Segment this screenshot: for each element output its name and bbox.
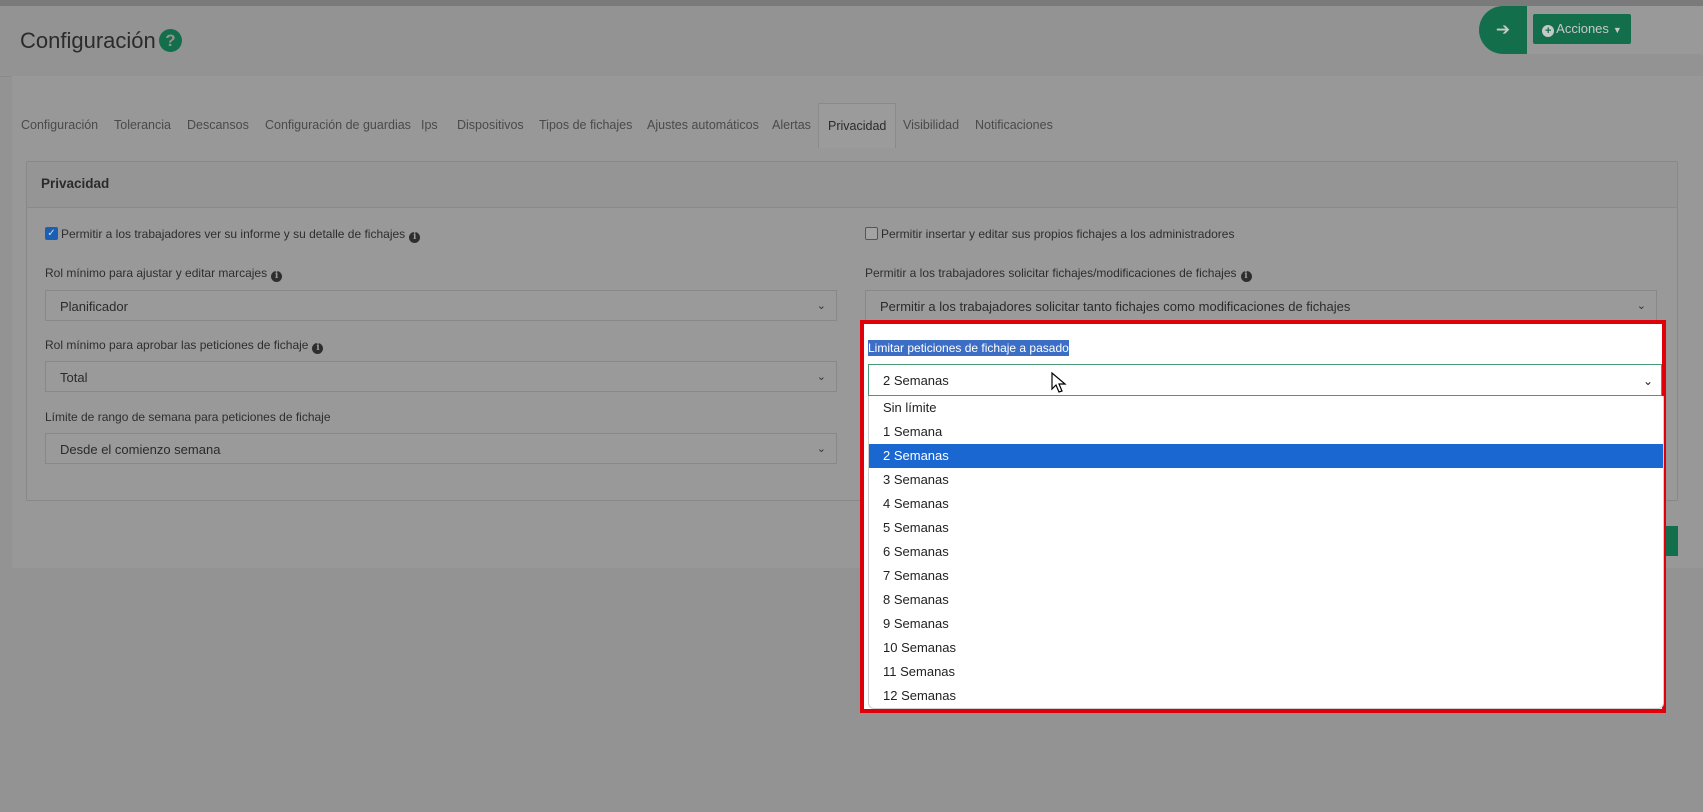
tab-ips[interactable]: Ips — [421, 103, 438, 147]
min-role-approve-value: Total — [60, 370, 88, 385]
acciones-label: Acciones — [1556, 21, 1609, 36]
option-2-semanas[interactable]: 2 Semanas — [869, 444, 1663, 468]
request-select[interactable]: Permitir a los trabajadores solicitar ta… — [865, 290, 1657, 321]
tab-tipos-fichajes[interactable]: Tipos de fichajes — [539, 103, 632, 147]
view-report-text: Permitir a los trabajadores ver su infor… — [61, 227, 406, 241]
option-12-semanas[interactable]: 12 Semanas — [869, 684, 1663, 708]
option-5-semanas[interactable]: 5 Semanas — [869, 516, 1663, 540]
min-role-edit-select[interactable]: Planificador ⌄ — [45, 290, 837, 321]
mouse-cursor-icon — [1051, 372, 1067, 393]
highlight-frame: Limitar peticiones de fichaje a pasado 2… — [860, 320, 1666, 713]
request-value: Permitir a los trabajadores solicitar ta… — [880, 299, 1351, 314]
view-report-label: Permitir a los trabajadores ver su infor… — [61, 227, 421, 243]
acciones-button[interactable]: + Acciones ▼ — [1533, 14, 1631, 44]
actions-toolbar: ➔ + Acciones ▼ — [1479, 6, 1703, 54]
tab-configuracion[interactable]: Configuración — [21, 103, 98, 147]
tab-descansos[interactable]: Descansos — [187, 103, 249, 147]
min-role-approve-text: Rol mínimo para aprobar las peticiones d… — [45, 338, 309, 352]
limit-value: 2 Semanas — [883, 373, 949, 388]
min-role-approve-label: Rol mínimo para aprobar las peticiones d… — [45, 338, 324, 354]
option-11-semanas[interactable]: 11 Semanas — [869, 660, 1663, 684]
question-circle-icon[interactable]: ? — [159, 29, 182, 52]
admin-edit-checkbox[interactable] — [865, 227, 878, 240]
limit-dropdown-list: Sin límite 1 Semana 2 Semanas 3 Semanas … — [868, 396, 1664, 709]
chevron-down-icon: ⌄ — [1642, 374, 1653, 388]
tab-visibilidad[interactable]: Visibilidad — [903, 103, 959, 147]
option-6-semanas[interactable]: 6 Semanas — [869, 540, 1663, 564]
request-label: Permitir a los trabajadores solicitar fi… — [865, 266, 1252, 282]
caret-down-icon: ▼ — [1612, 25, 1622, 35]
option-8-semanas[interactable]: 8 Semanas — [869, 588, 1663, 612]
info-icon[interactable]: i — [409, 232, 421, 243]
option-7-semanas[interactable]: 7 Semanas — [869, 564, 1663, 588]
save-button-edge[interactable] — [1666, 526, 1678, 556]
arrow-right-icon[interactable]: ➔ — [1479, 6, 1527, 54]
info-icon[interactable]: i — [1240, 271, 1252, 282]
limit-label: Limitar peticiones de fichaje a pasado — [868, 340, 1069, 356]
min-role-edit-text: Rol mínimo para ajustar y editar marcaje… — [45, 266, 268, 280]
tab-privacidad[interactable]: Privacidad — [818, 103, 897, 148]
view-report-checkbox[interactable]: ✓ — [45, 227, 58, 240]
min-role-edit-label: Rol mínimo para ajustar y editar marcaje… — [45, 266, 283, 282]
tab-configuracion-guardias[interactable]: Configuración de guardias — [265, 103, 411, 147]
tab-tolerancia[interactable]: Tolerancia — [114, 103, 171, 147]
chevron-down-icon: ⌄ — [816, 300, 826, 312]
card-title: Privacidad — [41, 176, 110, 191]
option-4-semanas[interactable]: 4 Semanas — [869, 492, 1663, 516]
limit-select[interactable]: 2 Semanas ⌄ — [868, 364, 1662, 396]
page-header: Configuración ? — [0, 6, 1703, 77]
option-10-semanas[interactable]: 10 Semanas — [869, 636, 1663, 660]
chevron-down-icon: ⌄ — [816, 443, 826, 455]
chevron-down-icon: ⌄ — [1636, 300, 1646, 312]
chevron-down-icon: ⌄ — [816, 371, 826, 383]
week-range-value: Desde el comienzo semana — [60, 442, 221, 457]
option-1-semana[interactable]: 1 Semana — [869, 420, 1663, 444]
tab-ajustes-automaticos[interactable]: Ajustes automáticos — [647, 103, 759, 147]
week-range-label: Límite de rango de semana para peticione… — [45, 410, 331, 424]
week-range-select[interactable]: Desde el comienzo semana ⌄ — [45, 433, 837, 464]
min-role-approve-select[interactable]: Total ⌄ — [45, 361, 837, 392]
min-role-edit-value: Planificador — [60, 299, 128, 314]
option-3-semanas[interactable]: 3 Semanas — [869, 468, 1663, 492]
admin-edit-label: Permitir insertar y editar sus propios f… — [881, 227, 1235, 241]
tab-alertas[interactable]: Alertas — [772, 103, 811, 147]
request-text: Permitir a los trabajadores solicitar fi… — [865, 266, 1237, 280]
info-icon[interactable]: i — [271, 271, 283, 282]
card-header: Privacidad — [27, 162, 1677, 208]
info-icon[interactable]: i — [312, 343, 324, 354]
option-9-semanas[interactable]: 9 Semanas — [869, 612, 1663, 636]
tab-notificaciones[interactable]: Notificaciones — [975, 103, 1053, 147]
tab-dispositivos[interactable]: Dispositivos — [457, 103, 524, 147]
option-sin-limite[interactable]: Sin límite — [869, 396, 1663, 420]
plus-circle-icon: + — [1542, 25, 1555, 37]
page-title: Configuración — [20, 28, 156, 53]
